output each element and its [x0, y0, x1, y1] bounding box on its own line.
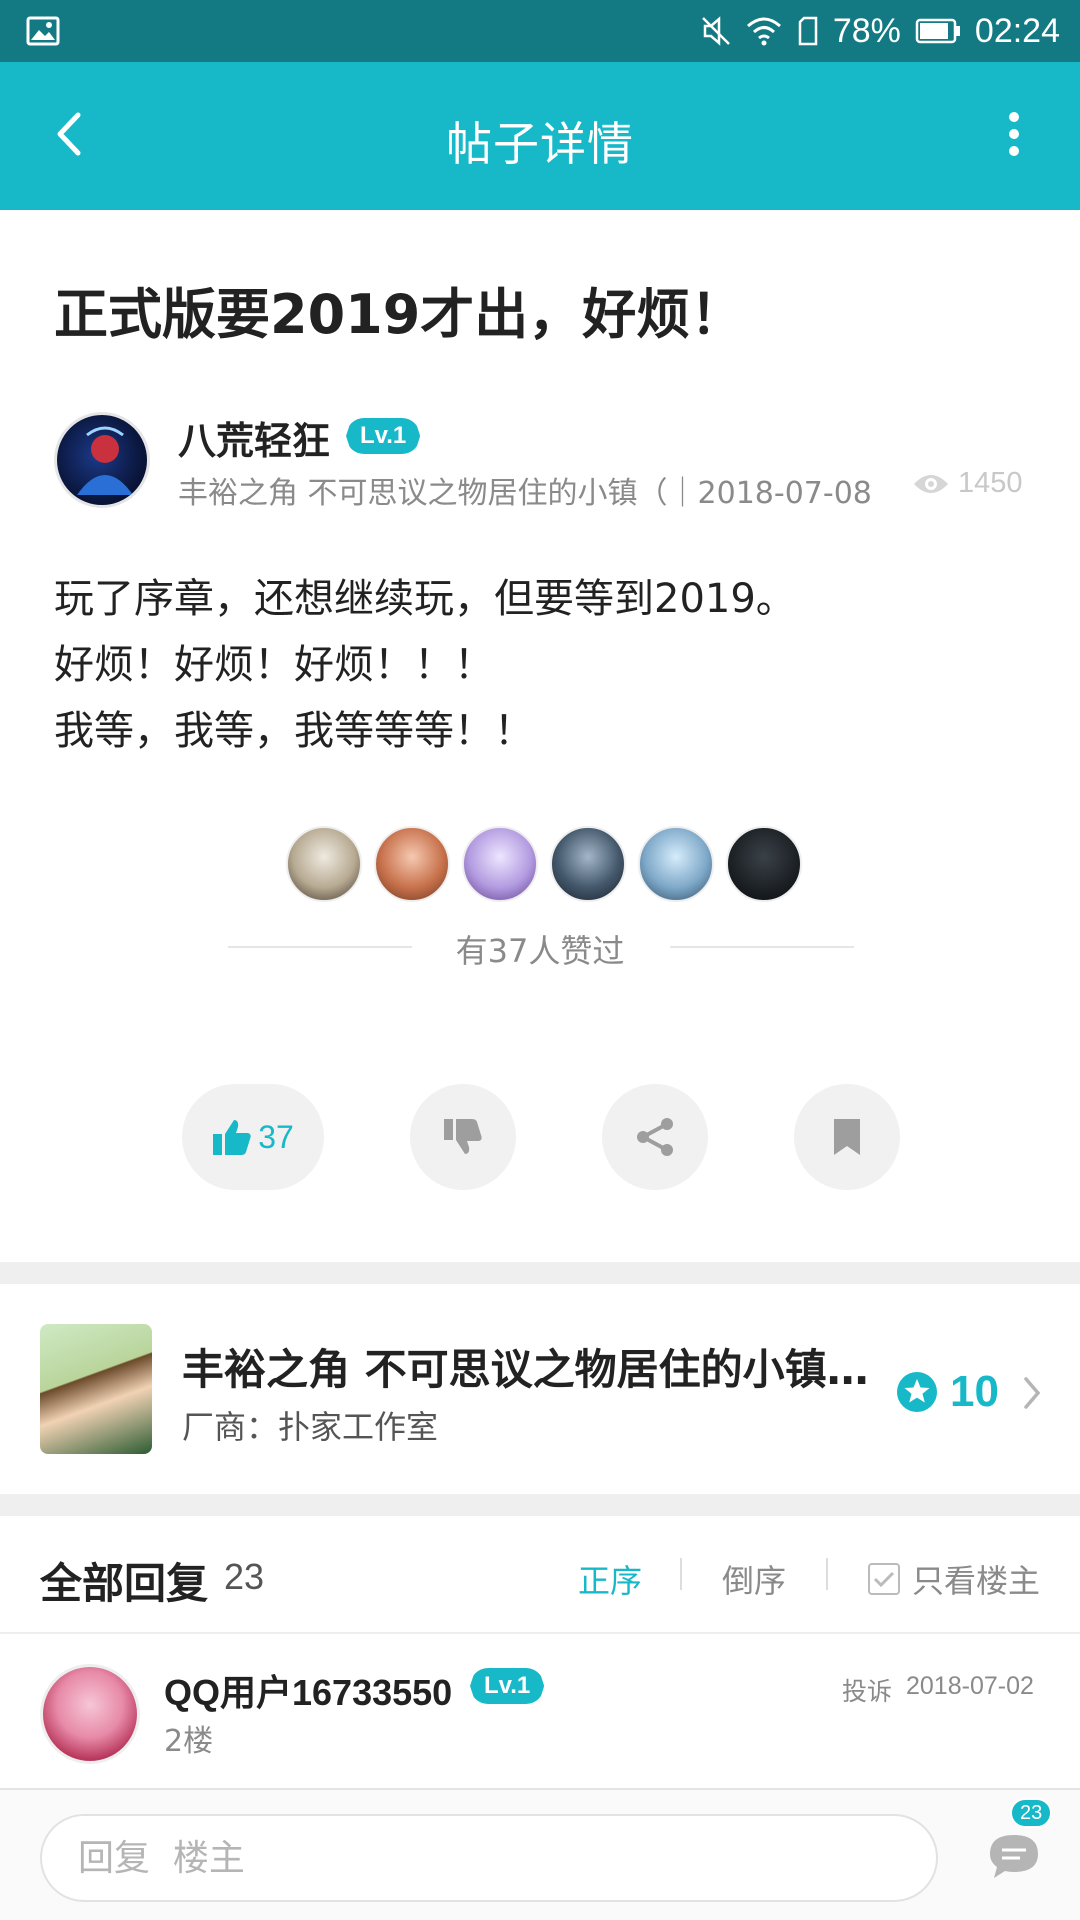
reply-avatar[interactable] — [40, 1664, 140, 1764]
liker-avatar[interactable] — [374, 826, 450, 902]
author-meta: 丰裕之角 不可思议之物居住的小镇（｜2018-07-08 — [178, 476, 872, 511]
bottom-reply-bar: 23 — [0, 1788, 1080, 1920]
sort-separator — [680, 1558, 682, 1590]
dislike-button[interactable] — [410, 1084, 516, 1190]
section-divider — [0, 1494, 1080, 1516]
liker-avatar[interactable] — [462, 826, 538, 902]
likers-avatars — [286, 826, 802, 902]
likers-divider-right — [670, 946, 854, 948]
sim-card-icon — [797, 16, 819, 46]
like-count: 37 — [258, 1118, 294, 1155]
post-body-line: 好烦！好烦！好烦！！！ — [54, 642, 494, 688]
thumbs-down-icon — [444, 1119, 482, 1154]
battery-percent: 78% — [832, 11, 901, 50]
author-level-badge: Lv.1 — [346, 418, 421, 454]
liker-avatar[interactable] — [638, 826, 714, 902]
thumbs-up-icon — [213, 1120, 251, 1155]
reply-level-badge: Lv.1 — [470, 1668, 545, 1704]
comment-icon — [990, 1835, 1038, 1878]
only-op-filter[interactable]: 只看楼主 — [868, 1556, 1040, 1602]
post-body-line: 我等，我等，我等等等！！ — [54, 708, 534, 754]
author-name[interactable]: 八荒轻狂 — [178, 410, 330, 465]
replies-count: 23 — [224, 1556, 265, 1597]
view-count-value: 1450 — [958, 467, 1023, 499]
sort-separator — [826, 1558, 828, 1590]
checkbox-icon[interactable] — [868, 1563, 900, 1595]
game-score[interactable]: 10 — [896, 1367, 999, 1417]
share-button[interactable] — [602, 1084, 708, 1190]
like-button[interactable]: 37 — [182, 1084, 324, 1190]
liker-avatar[interactable] — [286, 826, 362, 902]
liker-avatar[interactable] — [726, 826, 802, 902]
comments-button[interactable] — [984, 1826, 1044, 1886]
replies-title: 全部回复 — [40, 1559, 209, 1608]
page-title: 帖子详情 — [446, 117, 634, 171]
game-score-value: 10 — [950, 1367, 999, 1416]
bookmark-icon — [834, 1119, 860, 1155]
image-notification-icon — [26, 16, 60, 46]
view-count: 1450 — [912, 467, 1023, 500]
reply-floor: 2楼 — [164, 1724, 214, 1759]
more-vertical-icon — [1009, 112, 1019, 156]
likers-count[interactable]: 有37人赞过 — [0, 926, 1080, 972]
status-bar: 78% 02:24 — [0, 0, 1080, 62]
share-icon — [637, 1118, 673, 1156]
reply-username[interactable]: QQ用户16733550 — [164, 1664, 452, 1716]
report-link[interactable]: 投诉 — [842, 1672, 892, 1708]
bookmark-button[interactable] — [794, 1084, 900, 1190]
app-bar: 帖子详情 — [0, 62, 1080, 210]
game-title[interactable]: 丰裕之角 不可思议之物居住的小镇（... — [182, 1336, 902, 1397]
star-badge-icon — [897, 1372, 937, 1412]
post-title: 正式版要2019才出，好烦！ — [54, 283, 745, 346]
mute-icon — [701, 14, 731, 48]
only-op-label: 只看楼主 — [912, 1562, 1041, 1600]
chevron-right-icon[interactable] — [1022, 1376, 1042, 1410]
battery-icon — [915, 18, 961, 44]
sort-ascending-tab[interactable]: 正序 — [578, 1556, 642, 1602]
wifi-icon — [745, 16, 783, 46]
divider — [0, 1632, 1080, 1634]
sort-descending-tab[interactable]: 倒序 — [722, 1556, 786, 1602]
comment-count-badge: 23 — [1010, 1798, 1053, 1828]
more-options-button[interactable] — [982, 102, 1046, 166]
eye-icon — [914, 474, 948, 493]
game-icon[interactable] — [40, 1324, 152, 1454]
reply-input[interactable] — [40, 1814, 938, 1902]
post-body: 玩了序章，还想继续玩，但要等到2019。 好烦！好烦！好烦！！！ 我等，我等，我… — [54, 566, 796, 764]
game-developer: 厂商：扑家工作室 — [182, 1408, 439, 1446]
clock: 02:24 — [974, 11, 1060, 50]
section-divider — [0, 1262, 1080, 1284]
author-avatar[interactable] — [54, 412, 150, 508]
reply-date: 2018-07-02 — [906, 1672, 1034, 1700]
liker-avatar[interactable] — [550, 826, 626, 902]
post-body-line: 玩了序章，还想继续玩，但要等到2019。 — [54, 576, 796, 622]
